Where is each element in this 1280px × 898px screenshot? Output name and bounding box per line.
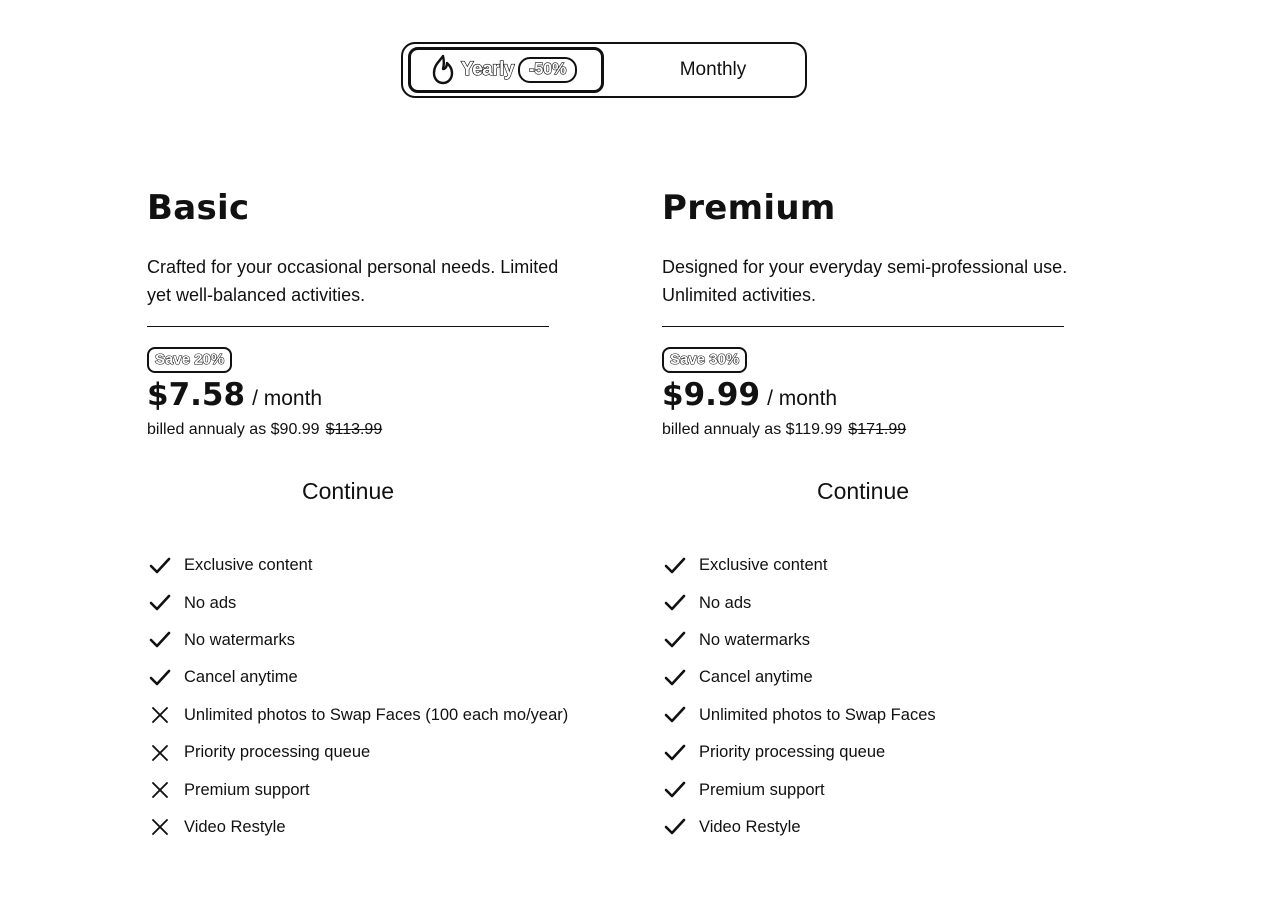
feature-item: Exclusive content — [147, 547, 568, 584]
feature-label: Cancel anytime — [184, 668, 298, 687]
price: $7.58 — [147, 377, 246, 413]
feature-item: Video Restyle — [147, 809, 568, 846]
feature-item: Unlimited photos to Swap Faces — [662, 697, 936, 734]
feature-label: No watermarks — [184, 630, 295, 649]
old-price: $171.99 — [848, 421, 907, 438]
feature-label: Video Restyle — [184, 817, 286, 836]
divider — [147, 326, 549, 327]
yearly-label: Yearly — [460, 58, 515, 80]
feature-label: No ads — [184, 593, 237, 612]
billed-amount: billed annualy as $90.99 — [147, 421, 320, 438]
feature-item: Premium support — [662, 771, 936, 808]
price-row: $9.99 / month — [662, 377, 1102, 417]
plan-description: Designed for your everyday semi-professi… — [662, 257, 1068, 305]
plan-card-basic: Basic Crafted for your occasional person… — [147, 185, 587, 836]
fire-icon — [432, 54, 454, 85]
feature-label: No watermarks — [699, 630, 810, 649]
billing-toggle: Yearly -50% Monthly — [401, 42, 807, 98]
check-icon — [149, 594, 171, 611]
continue-button[interactable]: Continue — [662, 471, 1064, 511]
plan-title: Premium — [662, 188, 836, 228]
feature-label: Premium support — [699, 780, 825, 799]
feature-item: Priority processing queue — [662, 734, 936, 771]
check-icon — [664, 632, 686, 648]
x-icon — [152, 782, 168, 798]
check-icon — [664, 706, 686, 723]
feature-label: Video Restyle — [699, 817, 801, 836]
feature-label: Exclusive content — [699, 556, 828, 575]
feature-list: Exclusive content No ads No watermarks Canc… — [147, 547, 568, 846]
billed-text: billed annualy as $119.99 $171.99 — [662, 421, 1102, 439]
feature-label: Premium support — [184, 780, 310, 799]
feature-item: No watermarks — [147, 622, 568, 659]
check-icon — [664, 557, 686, 573]
check-icon — [664, 594, 686, 611]
yearly-discount-badge: -50% — [518, 57, 578, 83]
plan-card-premium: Premium Designed for your everyday semi-… — [662, 185, 1102, 836]
check-icon — [149, 669, 171, 686]
feature-label: Priority processing queue — [184, 743, 371, 762]
feature-label: Cancel anytime — [699, 668, 813, 687]
price-period: / month — [252, 387, 323, 410]
feature-label: Exclusive content — [184, 556, 313, 575]
plan-description: Crafted for your occasional personal nee… — [147, 257, 559, 305]
billed-text: billed annualy as $90.99 $113.99 — [147, 421, 587, 439]
feature-item: Unlimited photos to Swap Faces (100 each… — [147, 697, 568, 734]
save-badge: Save 20% — [147, 347, 233, 373]
old-price: $113.99 — [325, 421, 383, 438]
feature-label: No ads — [699, 593, 752, 612]
check-icon — [149, 632, 171, 648]
price-row: $7.58 / month — [147, 377, 587, 417]
feature-list: Exclusive content No ads No watermarks Canc… — [662, 547, 936, 846]
price: $9.99 — [662, 377, 761, 413]
feature-item: Exclusive content — [662, 547, 936, 584]
x-icon — [152, 707, 168, 724]
x-icon — [152, 819, 168, 836]
x-icon — [152, 744, 168, 761]
check-icon — [664, 744, 686, 760]
feature-item: No ads — [662, 584, 936, 621]
feature-item: No watermarks — [662, 622, 936, 659]
check-icon — [664, 669, 686, 686]
feature-label: Unlimited photos to Swap Faces — [699, 705, 936, 724]
feature-item: Premium support — [147, 771, 568, 808]
feature-item: Priority processing queue — [147, 734, 568, 771]
yearly-option[interactable]: Yearly -50% — [408, 47, 604, 93]
check-icon — [664, 819, 686, 835]
check-icon — [664, 781, 686, 798]
feature-item: Video Restyle — [662, 809, 936, 846]
divider — [662, 326, 1064, 327]
monthly-option[interactable]: Monthly — [619, 44, 807, 96]
plan-title: Basic — [147, 188, 250, 228]
feature-label: Priority processing queue — [699, 743, 886, 762]
billed-amount: billed annualy as $119.99 — [662, 421, 843, 438]
check-icon — [149, 557, 171, 573]
feature-item: Cancel anytime — [662, 659, 936, 696]
feature-label: Unlimited photos to Swap Faces (100 each… — [184, 705, 569, 724]
feature-item: No ads — [147, 584, 568, 621]
price-period: / month — [767, 387, 838, 410]
feature-item: Cancel anytime — [147, 659, 568, 696]
continue-button[interactable]: Continue — [147, 471, 549, 511]
save-badge: Save 30% — [662, 347, 748, 373]
